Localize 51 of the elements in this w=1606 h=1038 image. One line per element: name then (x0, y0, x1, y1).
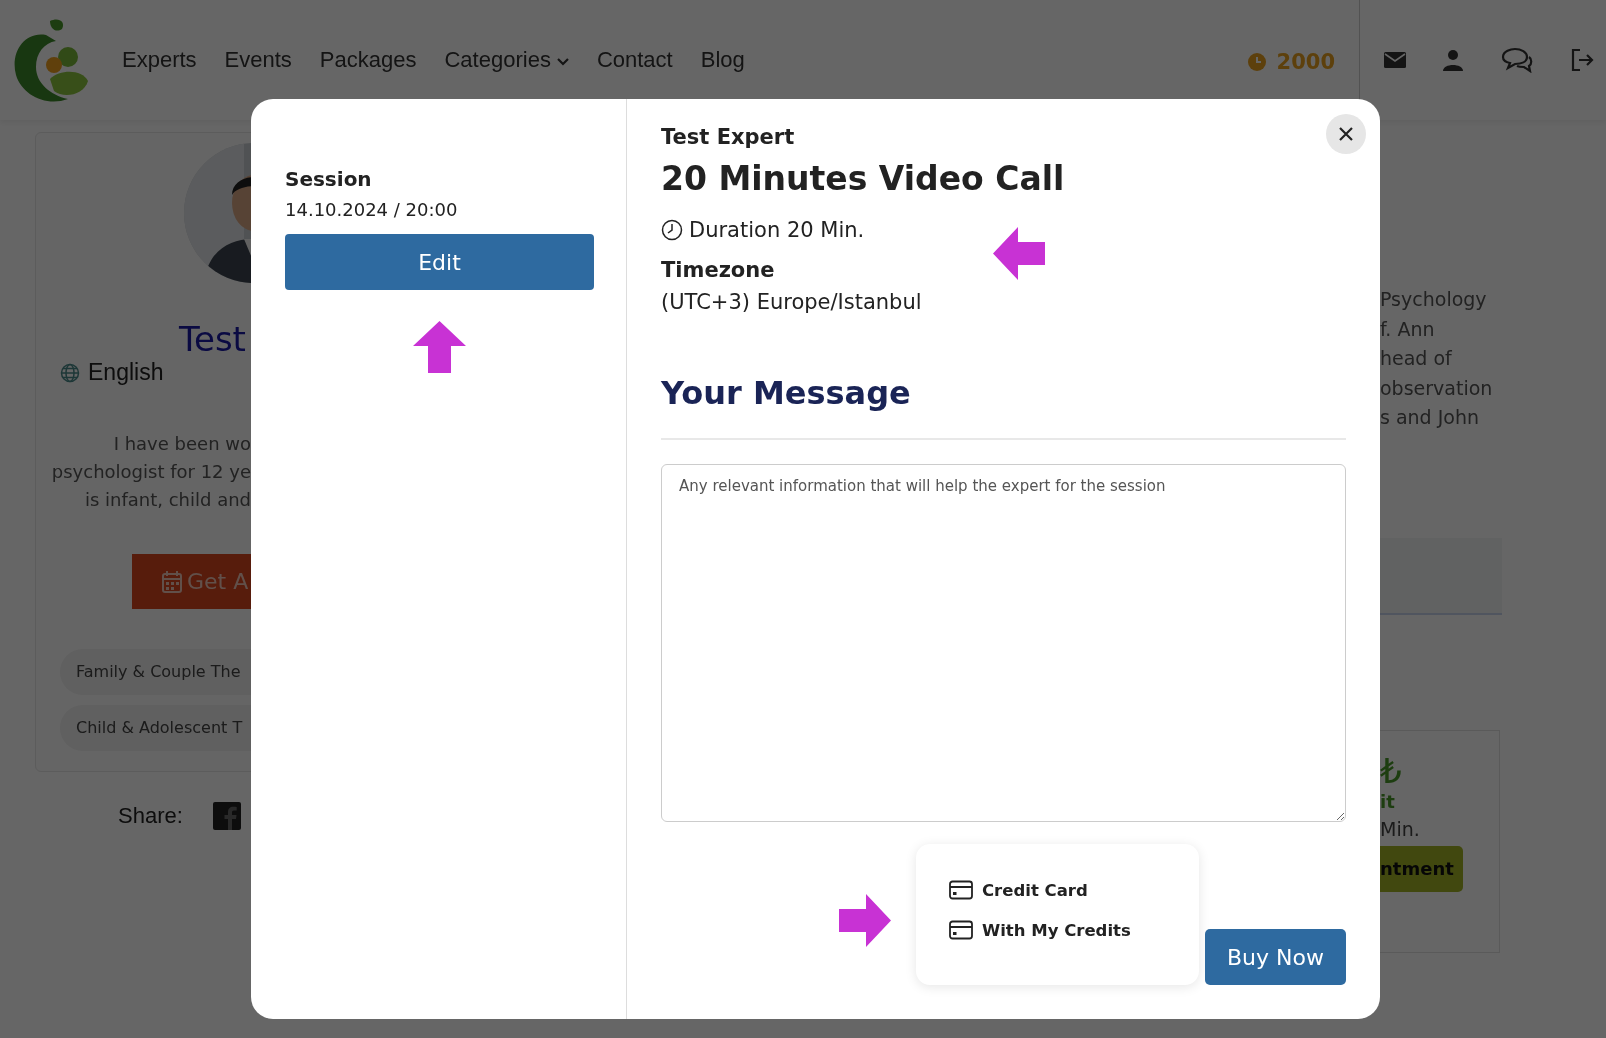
bio-text: observation (1380, 375, 1494, 401)
nav-link[interactable]: Categories (444, 47, 569, 73)
appointment-button[interactable]: Get A (132, 554, 251, 609)
credit-card-icon (949, 920, 973, 940)
bio-text: s and John (1380, 405, 1481, 430)
bio-text: is infant, child and (83, 488, 251, 512)
bio-text: head of (1380, 346, 1453, 371)
bio-text: Psychology (1380, 287, 1488, 312)
price-caption: it (1380, 790, 1396, 812)
bio-text: psychologist for 12 ye (50, 460, 251, 484)
calendar-icon (162, 570, 182, 593)
category-tag[interactable]: Child & Adolescent T (60, 705, 251, 751)
expert-name: Test (179, 319, 247, 359)
nav-link[interactable]: Events (224, 47, 292, 73)
duration-text: Duration 20 Min. (689, 218, 865, 242)
currency-symbol: ₺ (1380, 750, 1403, 791)
chat-icon[interactable] (1500, 47, 1534, 73)
mail-icon[interactable] (1384, 52, 1406, 68)
category-tag[interactable]: Family & Couple The (60, 649, 251, 695)
timezone-label: Timezone (661, 258, 776, 282)
bio-text: f. Ann (1380, 316, 1436, 342)
payment-option[interactable]: With My Credits (982, 920, 1131, 940)
share-label: Share: (118, 803, 183, 829)
appointment-button[interactable]: ntment (1380, 845, 1463, 892)
edit-button[interactable]: Edit (285, 234, 594, 290)
clock-icon (661, 219, 683, 241)
globe-icon (60, 362, 80, 383)
nav-link[interactable]: Blog (700, 47, 745, 73)
clock-icon (1246, 52, 1267, 72)
close-icon (1338, 126, 1354, 142)
nav-link[interactable]: Packages (319, 47, 417, 73)
session-label: Session (285, 167, 373, 191)
user-icon[interactable] (1442, 49, 1464, 71)
buy-button[interactable]: Buy Now (1205, 929, 1346, 985)
duration-text: Min. (1380, 817, 1421, 840)
close-button[interactable] (1326, 114, 1366, 154)
dialog-title: 20 Minutes Video Call (661, 159, 1066, 198)
session-date: 14.10.2024 / 20:00 (285, 199, 459, 220)
timezone-value: (UTC+3) Europe/Istanbul (661, 290, 922, 314)
nav-link[interactable]: Experts (122, 47, 197, 73)
language-label: English (88, 359, 164, 386)
facebook-icon[interactable] (212, 802, 241, 830)
bio-text: I have been wo (112, 432, 251, 456)
message-field[interactable]: Any relevant information that will help the expert for the session (661, 464, 1346, 822)
credit-card-icon (949, 880, 973, 900)
expert-name: Test Expert (661, 125, 796, 149)
credit-balance: 2000 (1276, 50, 1335, 74)
section-heading: Your Message (661, 374, 912, 412)
nav-link[interactable]: Contact (596, 47, 673, 73)
payment-option[interactable]: Credit Card (982, 880, 1088, 900)
logout-icon[interactable] (1570, 48, 1594, 72)
